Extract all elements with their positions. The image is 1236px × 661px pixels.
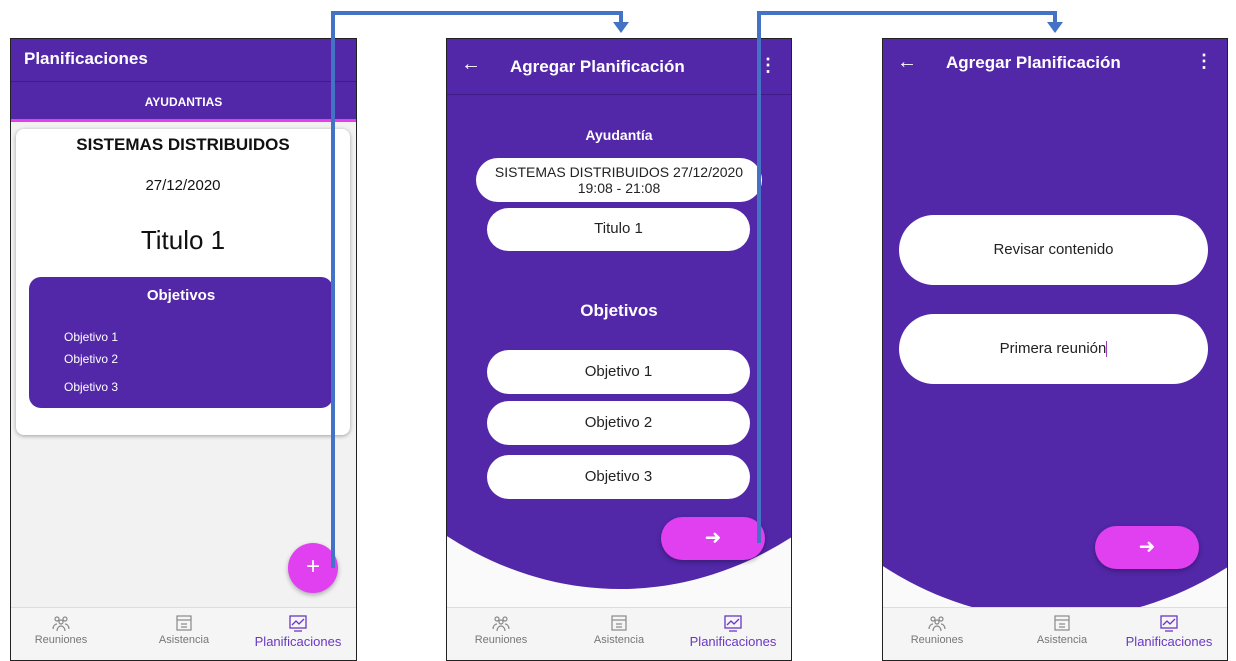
agregar-planificacion-screen-2: ← Agregar Planificación ⋮ Revisar conten… (882, 38, 1228, 661)
nav-label-reuniones: Reuniones (474, 634, 528, 646)
card-date: 27/12/2020 (145, 177, 221, 194)
flow-arrowhead-icon (613, 22, 629, 33)
objective-item: Objetivo 2 (64, 352, 119, 366)
page-title: Agregar Planificación (510, 57, 685, 76)
people-icon (492, 616, 510, 632)
card-subtitle: Titulo 1 (140, 225, 226, 255)
next-arrow-button[interactable]: ➜ (1095, 526, 1199, 569)
overflow-menu-icon[interactable]: ⋮ (759, 55, 777, 76)
nav-planificaciones[interactable]: Planificaciones (1119, 614, 1219, 649)
ayudantia-selector[interactable]: SISTEMAS DISTRIBUIDOS 27/12/2020 19:08 -… (476, 158, 762, 202)
nav-label-asistencia: Asistencia (593, 634, 645, 646)
chart-planning-icon (724, 615, 742, 632)
nav-reuniones[interactable]: Reuniones (887, 614, 987, 646)
flow-arrowhead-icon (1047, 22, 1063, 33)
overflow-menu-icon[interactable]: ⋮ (1195, 51, 1213, 72)
content-input-2[interactable]: Primera reunión (899, 314, 1208, 384)
nav-label-reuniones: Reuniones (910, 634, 964, 646)
flow-connector-1-horizontal (331, 11, 623, 15)
app-bar: ← Agregar Planificación ⋮ (883, 39, 1227, 94)
objective-input-3[interactable]: Objetivo 3 (487, 455, 750, 499)
nav-planificaciones[interactable]: Planificaciones (683, 614, 783, 649)
calendar-icon (611, 615, 627, 631)
app-bar: ← Agregar Planificación ⋮ (447, 39, 791, 95)
nav-asistencia[interactable]: Asistencia (1012, 614, 1112, 646)
next-arrow-button[interactable]: ➜ (661, 517, 765, 560)
ayudantia-label: Ayudantía (585, 127, 653, 143)
bottom-navigation: Reuniones Asistencia Planificaciones (11, 607, 356, 660)
content-input-1[interactable]: Revisar contenido (899, 215, 1208, 285)
title-input[interactable]: Titulo 1 (487, 208, 750, 251)
objective-item: Objetivo 1 (64, 330, 119, 344)
objectives-heading: Objetivos (146, 287, 216, 304)
bottom-navigation: Reuniones Asistencia Planificaciones (447, 607, 791, 660)
chart-planning-icon (1160, 615, 1178, 632)
people-icon (52, 616, 70, 632)
nav-label-asistencia: Asistencia (1036, 634, 1088, 646)
flow-connector-2-horizontal (757, 11, 1057, 15)
nav-label-planificaciones: Planificaciones (689, 634, 777, 649)
objective-input-2[interactable]: Objetivo 2 (487, 401, 750, 445)
nav-planificaciones[interactable]: Planificaciones (248, 614, 348, 649)
ayudantia-course-date: SISTEMAS DISTRIBUIDOS 27/12/2020 (494, 164, 744, 180)
planificaciones-screen: Planificaciones AYUDANTIAS SISTEMAS DIST… (10, 38, 357, 661)
objective-input-1[interactable]: Objetivo 1 (487, 350, 750, 394)
ayudantia-time: 19:08 - 21:08 (577, 180, 661, 196)
nav-label-planificaciones: Planificaciones (254, 634, 342, 649)
nav-label-reuniones: Reuniones (34, 634, 88, 646)
app-bar-title: Planificaciones (11, 39, 356, 81)
calendar-icon (176, 615, 192, 631)
nav-label-planificaciones: Planificaciones (1125, 634, 1213, 649)
page-title: Agregar Planificación (946, 53, 1121, 72)
back-arrow-icon[interactable]: ← (897, 51, 917, 74)
objectives-box: Objetivos Objetivo 1 Objetivo 2 Objetivo… (29, 277, 333, 408)
people-icon (928, 616, 946, 632)
nav-label-asistencia: Asistencia (158, 634, 210, 646)
calendar-icon (1054, 615, 1070, 631)
planificacion-card[interactable]: SISTEMAS DISTRIBUIDOS 27/12/2020 Titulo … (16, 129, 350, 435)
flow-connector-2-vertical (757, 11, 761, 543)
content-input-2-text: Primera reunión (999, 340, 1107, 357)
chart-planning-icon (289, 615, 307, 632)
nav-asistencia[interactable]: Asistencia (134, 614, 234, 646)
agregar-planificacion-screen-1: ← Agregar Planificación ⋮ Ayudantía SIST… (446, 38, 792, 661)
nav-reuniones[interactable]: Reuniones (11, 614, 111, 646)
nav-reuniones[interactable]: Reuniones (451, 614, 551, 646)
card-course-title: SISTEMAS DISTRIBUIDOS (76, 135, 290, 154)
flow-connector-1-vertical (331, 11, 335, 568)
objective-item: Objetivo 3 (64, 380, 119, 394)
text-cursor (1106, 341, 1108, 358)
objectives-heading: Objetivos (580, 301, 658, 320)
nav-asistencia[interactable]: Asistencia (569, 614, 669, 646)
tab-ayudantias[interactable]: AYUDANTIAS (11, 81, 356, 122)
bottom-navigation: Reuniones Asistencia Planificaciones (883, 607, 1227, 660)
back-arrow-icon[interactable]: ← (461, 53, 481, 76)
